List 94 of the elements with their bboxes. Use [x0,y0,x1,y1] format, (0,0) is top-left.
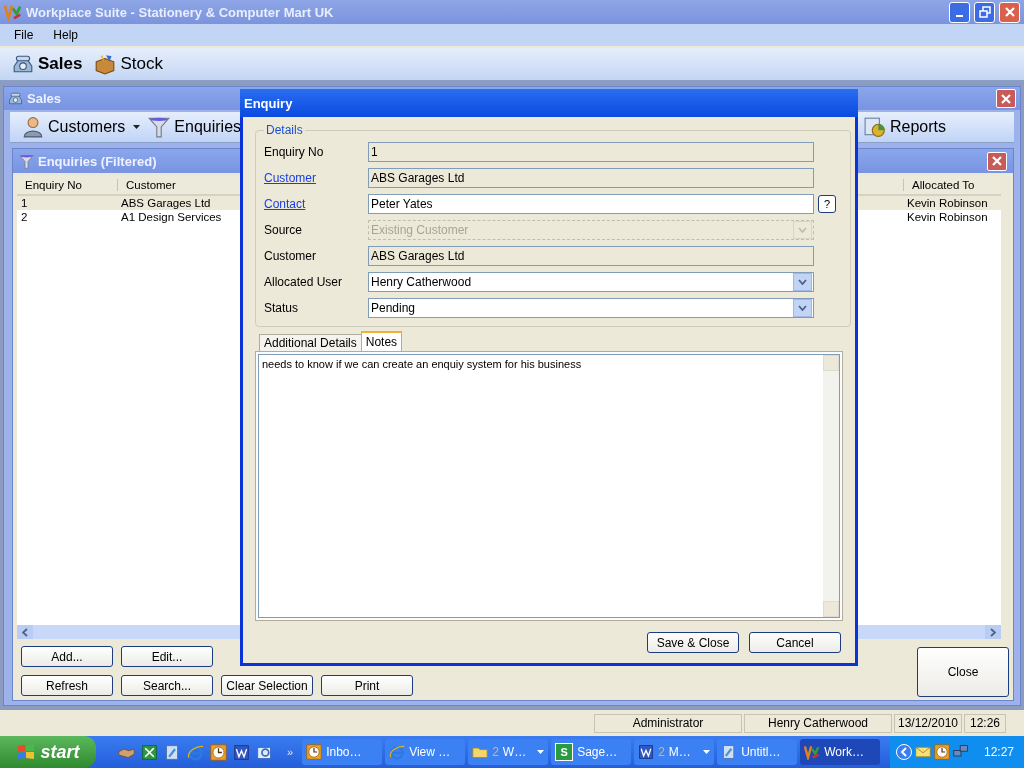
field-link[interactable]: Customer [264,171,368,185]
clock-icon [933,744,950,760]
report-icon [863,116,886,138]
clock: 12:27 [983,745,1014,759]
close-icon [1003,6,1016,18]
dropdown-field[interactable]: Henry Catherwood [368,272,814,292]
mail-icon [914,744,931,760]
folder-icon [472,744,489,760]
table-cell-text: Kevin Robinson [906,211,988,223]
window-title: Sales [27,91,61,106]
browser-icon [187,743,204,761]
table-cell-text: Kevin Robinson [906,197,988,209]
table-cell-text: A1 Design Services [120,211,222,223]
action-button[interactable]: Search... [121,675,213,696]
column-header[interactable]: Customer [117,179,182,191]
action-button[interactable]: Add... [21,646,113,667]
taskbar-button[interactable]: View … [385,739,466,765]
close-button[interactable]: Close [917,647,1009,697]
close-icon [991,155,1003,167]
funnel-icon [148,116,171,138]
status-field: Henry Catherwood [744,713,892,733]
dropdown-field[interactable]: Pending [368,298,814,318]
telephone-icon [8,91,23,106]
taskbar-button[interactable]: S Sage… [551,739,632,765]
dialog-button[interactable]: Save & Close [647,632,739,653]
help-button[interactable]: ? [818,195,836,213]
column-header[interactable]: Allocated To [903,179,981,191]
paint-icon [164,743,181,761]
clock-icon [306,744,323,760]
browser-icon [389,744,406,760]
menu-item[interactable]: Help [45,26,87,44]
column-header[interactable]: Enquiry No [17,179,88,191]
field-label: Status [264,301,300,315]
readonly-field: ABS Garages Ltd [368,246,814,266]
status-field: Administrator [594,713,742,733]
action-button[interactable]: Clear Selection [221,675,313,696]
field-link[interactable]: Contact [264,197,368,211]
taskbar-button[interactable]: 2 W… [468,739,549,765]
restore-button[interactable] [974,1,995,23]
field-label: Source [264,223,304,237]
taskbar-button[interactable]: 2 M… [634,739,715,765]
minimize-button[interactable] [949,1,970,23]
logo-icon [4,3,22,21]
panel-title: Enquiries (Filtered) [38,153,157,169]
menu-item[interactable]: File [6,26,42,44]
spreadsheet-icon [141,743,158,761]
group-label: Details [265,123,304,137]
action-button[interactable]: Refresh [21,675,113,696]
field-label: Customer [264,249,317,263]
box-icon [94,53,117,75]
person-icon [22,116,44,138]
document-icon [233,743,250,761]
field-label: Enquiry No [264,145,325,159]
taskbar-button[interactable]: Untitl… [717,739,798,765]
restore-icon [978,6,991,18]
logo-icon [804,744,821,760]
dialog-title: Enquiry [244,95,293,111]
close-icon [1000,92,1012,105]
more-button[interactable]: » [287,746,294,758]
vertical-scrollbar[interactable] [823,355,839,617]
clock-icon [210,743,227,761]
minimize-icon [956,14,963,17]
taskbar-button[interactable]: Inbo… [302,739,383,765]
toolbar-button[interactable]: Customers [20,116,128,138]
action-button[interactable]: Print [321,675,413,696]
tab[interactable]: Additional Details [259,334,362,351]
status-field: 12:26 [964,713,1006,733]
caret-icon[interactable] [133,125,141,129]
field-label: Allocated User [264,275,344,289]
table-cell-text: 2 [20,211,28,223]
window-title: Workplace Suite - Stationery & Computer Mart UK [26,4,334,20]
app-icon: S [555,743,574,761]
dialog-button[interactable]: Cancel [749,632,841,653]
windows-logo-icon [16,743,37,761]
tab[interactable]: Notes [360,331,403,351]
funnel-icon [19,153,34,169]
readonly-field: ABS Garages Ltd [368,168,814,188]
network-icon [952,744,969,760]
readonly-field: 1 [368,142,814,162]
table-cell-text: 1 [20,197,28,209]
action-button[interactable]: Edit... [121,646,213,667]
status-field: 13/12/2010 [894,713,962,733]
toolbar-button[interactable]: Reports [861,116,948,138]
toolbar-button[interactable]: Stock [92,53,165,75]
toolbar-button[interactable]: Sales [10,53,85,75]
input-field[interactable]: Peter Yates [368,194,814,214]
notes-field[interactable]: needs to know if we can create an enquiy system for his business [258,354,840,618]
telephone-icon [12,53,34,75]
table-cell-text: ABS Garages Ltd [120,197,211,209]
close-button[interactable] [999,1,1020,23]
document-icon [638,744,655,760]
taskbar-button[interactable]: Work… [800,739,881,765]
close-button[interactable] [996,89,1016,108]
close-button[interactable] [987,151,1007,171]
